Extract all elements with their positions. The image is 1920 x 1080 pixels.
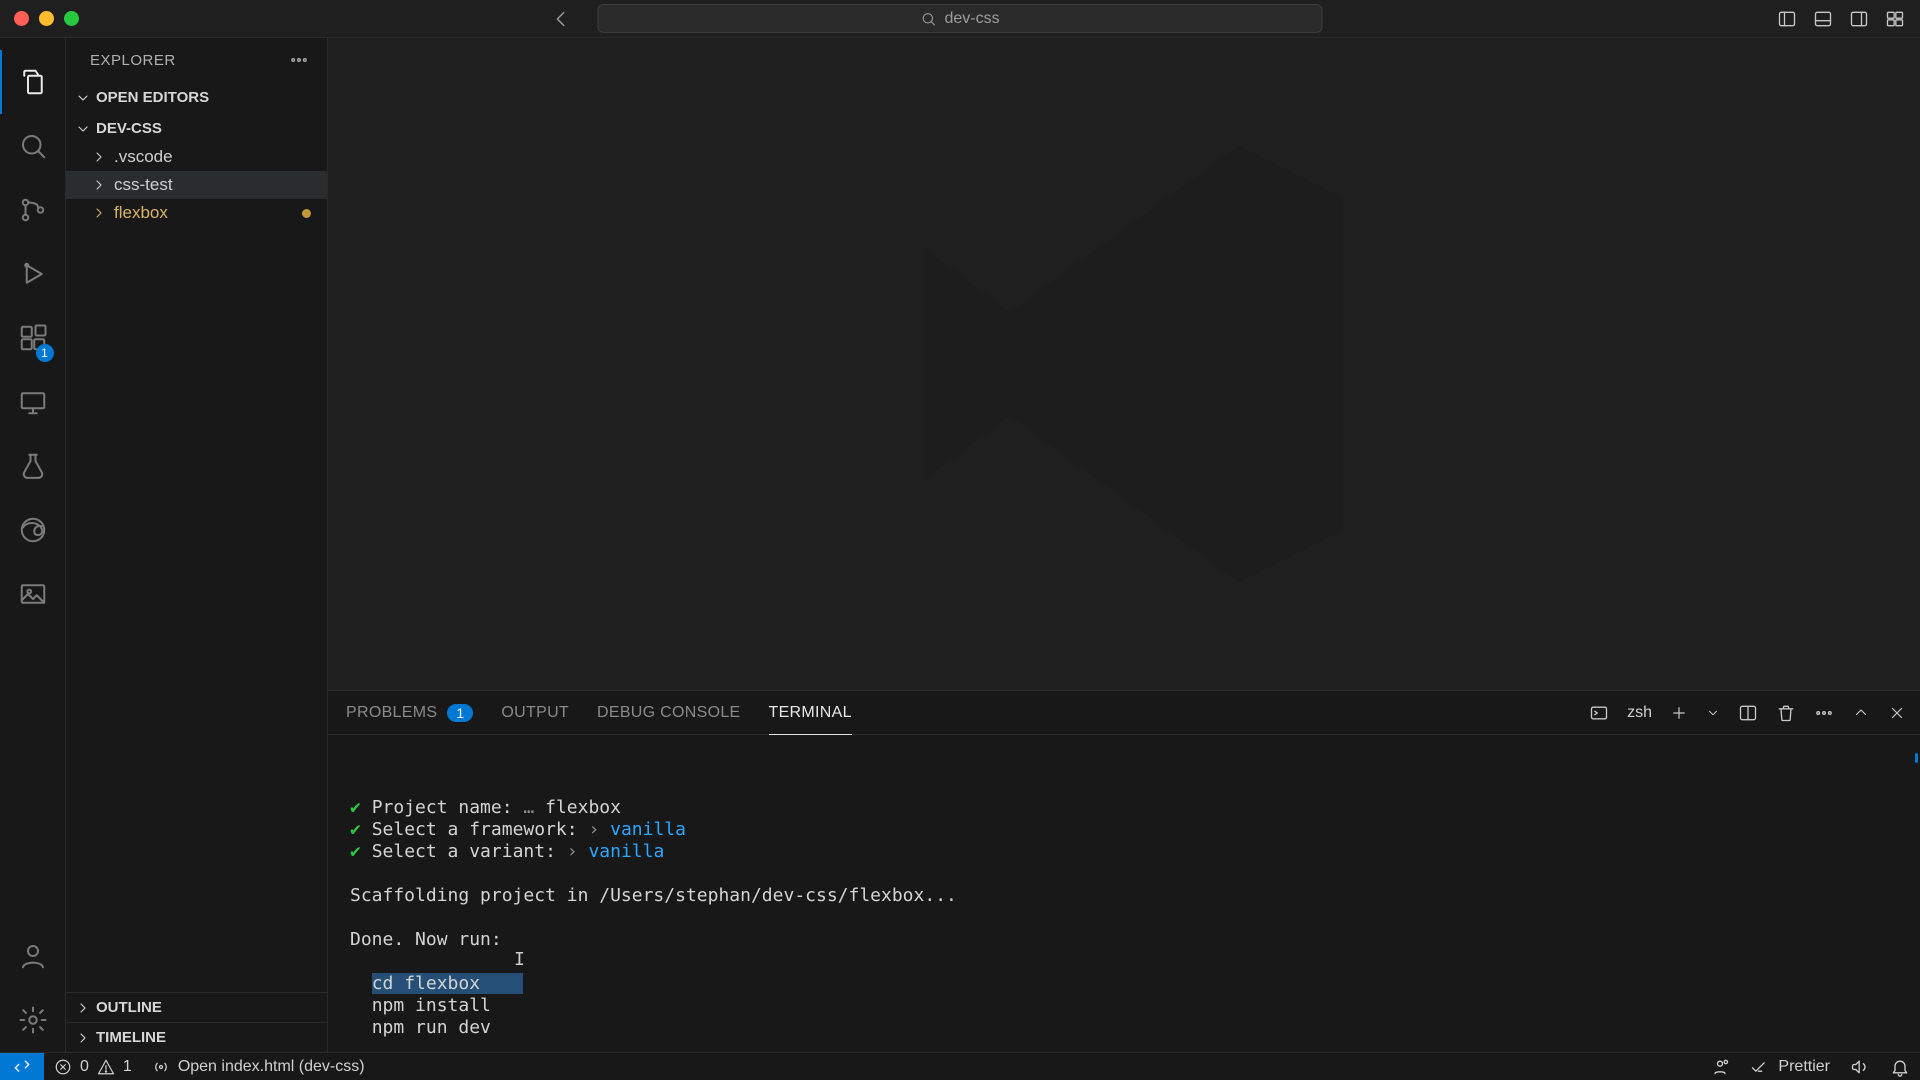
accounts-button[interactable] [0,924,66,988]
remote-explorer-activity[interactable] [0,370,66,434]
chevron-down-icon [74,121,92,137]
zoom-window-button[interactable] [64,11,79,26]
text-caret-icon: I [514,949,525,971]
debug-console-tab[interactable]: DEBUG CONSOLE [597,691,741,734]
open-editors-section[interactable]: OPEN EDITORS [66,85,327,110]
notifications-status[interactable] [1880,1057,1920,1077]
extensions-activity[interactable]: 1 [0,306,66,370]
testing-activity[interactable] [0,434,66,498]
kill-terminal-button[interactable] [1776,703,1796,723]
warning-count: 1 [123,1058,132,1076]
chevron-right-icon [74,1000,92,1016]
command-center-search[interactable]: dev-css [598,4,1323,33]
problems-status[interactable]: 0 1 [44,1058,142,1076]
prettier-status[interactable]: Prettier [1740,1057,1840,1077]
manage-gear-button[interactable] [0,988,66,1052]
terminal-tab[interactable]: TERMINAL [769,691,852,734]
explorer-sidebar: EXPLORER OPEN EDITORS DEV-CSS .vscode [66,38,328,1052]
timeline-label: TIMELINE [96,1029,166,1046]
terminal-view[interactable]: ✔ Project name: … flexbox ✔ Select a fra… [328,735,1920,1052]
live-server-status[interactable]: Open index.html (dev-css) [142,1058,375,1076]
feedback-status[interactable] [1840,1057,1880,1077]
chevron-right-icon [90,177,108,193]
outline-section[interactable]: OUTLINE [66,992,327,1022]
explorer-activity[interactable] [0,50,66,114]
terminal-shell-name[interactable]: zsh [1627,704,1652,722]
vscode-watermark-icon [328,38,1920,690]
toggle-panel-button[interactable] [1812,9,1834,29]
bell-icon [1890,1057,1910,1077]
folder-label: flexbox [114,203,168,223]
chevron-right-icon [74,1030,92,1046]
toggle-secondary-sidebar-button[interactable] [1848,9,1870,29]
toggle-primary-sidebar-button[interactable] [1776,9,1798,29]
activity-bar: 1 [0,38,66,1052]
search-icon [920,11,936,27]
error-count: 0 [80,1058,89,1076]
folder-vscode[interactable]: .vscode [66,143,327,171]
customize-layout-button[interactable] [1884,9,1906,29]
terminal-label: TERMINAL [769,704,852,722]
chevron-down-icon [74,90,92,106]
search-activity[interactable] [0,114,66,178]
nav-back-button[interactable] [550,8,572,30]
source-control-activity[interactable] [0,178,66,242]
megaphone-icon [1850,1057,1870,1077]
folder-label: css-test [114,175,173,195]
output-tab[interactable]: OUTPUT [501,691,569,734]
split-terminal-button[interactable] [1738,703,1758,723]
timeline-section[interactable]: TIMELINE [66,1022,327,1052]
editor-area: PROBLEMS 1 OUTPUT DEBUG CONSOLE TERMINAL [328,38,1920,1052]
folder-flexbox[interactable]: flexbox [66,199,327,227]
search-text: dev-css [944,10,999,28]
outline-label: OUTLINE [96,999,162,1016]
problems-label: PROBLEMS [346,704,437,722]
share-status[interactable] [1700,1057,1740,1077]
terminal-dropdown-icon[interactable] [1706,706,1720,720]
extensions-badge: 1 [36,344,54,362]
live-server-text: Open index.html (dev-css) [178,1058,365,1076]
launch-profile-icon[interactable] [1589,703,1609,723]
problems-tab[interactable]: PROBLEMS 1 [346,691,473,734]
minimize-window-button[interactable] [39,11,54,26]
chevron-right-icon [90,149,108,165]
output-label: OUTPUT [501,704,569,722]
panel-more-icon[interactable] [1814,703,1834,723]
open-editors-label: OPEN EDITORS [96,89,209,106]
folder-css-test[interactable]: css-test [66,171,327,199]
chevron-right-icon [90,205,108,221]
workspace-label: DEV-CSS [96,120,162,137]
close-window-button[interactable] [14,11,29,26]
problems-count: 1 [447,704,473,722]
maximize-panel-button[interactable] [1852,704,1870,722]
check-all-icon [1750,1057,1770,1077]
bottom-panel: PROBLEMS 1 OUTPUT DEBUG CONSOLE TERMINAL [328,690,1920,1052]
new-terminal-button[interactable] [1670,704,1688,722]
remote-indicator[interactable] [0,1053,44,1080]
image-preview-activity[interactable] [0,562,66,626]
workspace-section[interactable]: DEV-CSS [66,116,327,141]
warning-icon [97,1058,115,1076]
live-share-icon [1710,1057,1730,1077]
title-bar: dev-css [0,0,1920,38]
broadcast-icon [152,1058,170,1076]
debug-console-label: DEBUG CONSOLE [597,704,741,722]
status-bar: 0 1 Open index.html (dev-css) Prettier [0,1052,1920,1080]
error-icon [54,1058,72,1076]
edge-tools-activity[interactable] [0,498,66,562]
modified-dot-icon [302,209,311,218]
close-panel-button[interactable] [1888,704,1906,722]
run-debug-activity[interactable] [0,242,66,306]
terminal-scroll-indicator [1915,753,1918,763]
sidebar-title: EXPLORER [90,52,176,69]
folder-label: .vscode [114,147,173,167]
sidebar-more-icon[interactable] [289,50,309,70]
prettier-label: Prettier [1778,1058,1830,1076]
window-controls [14,11,79,26]
